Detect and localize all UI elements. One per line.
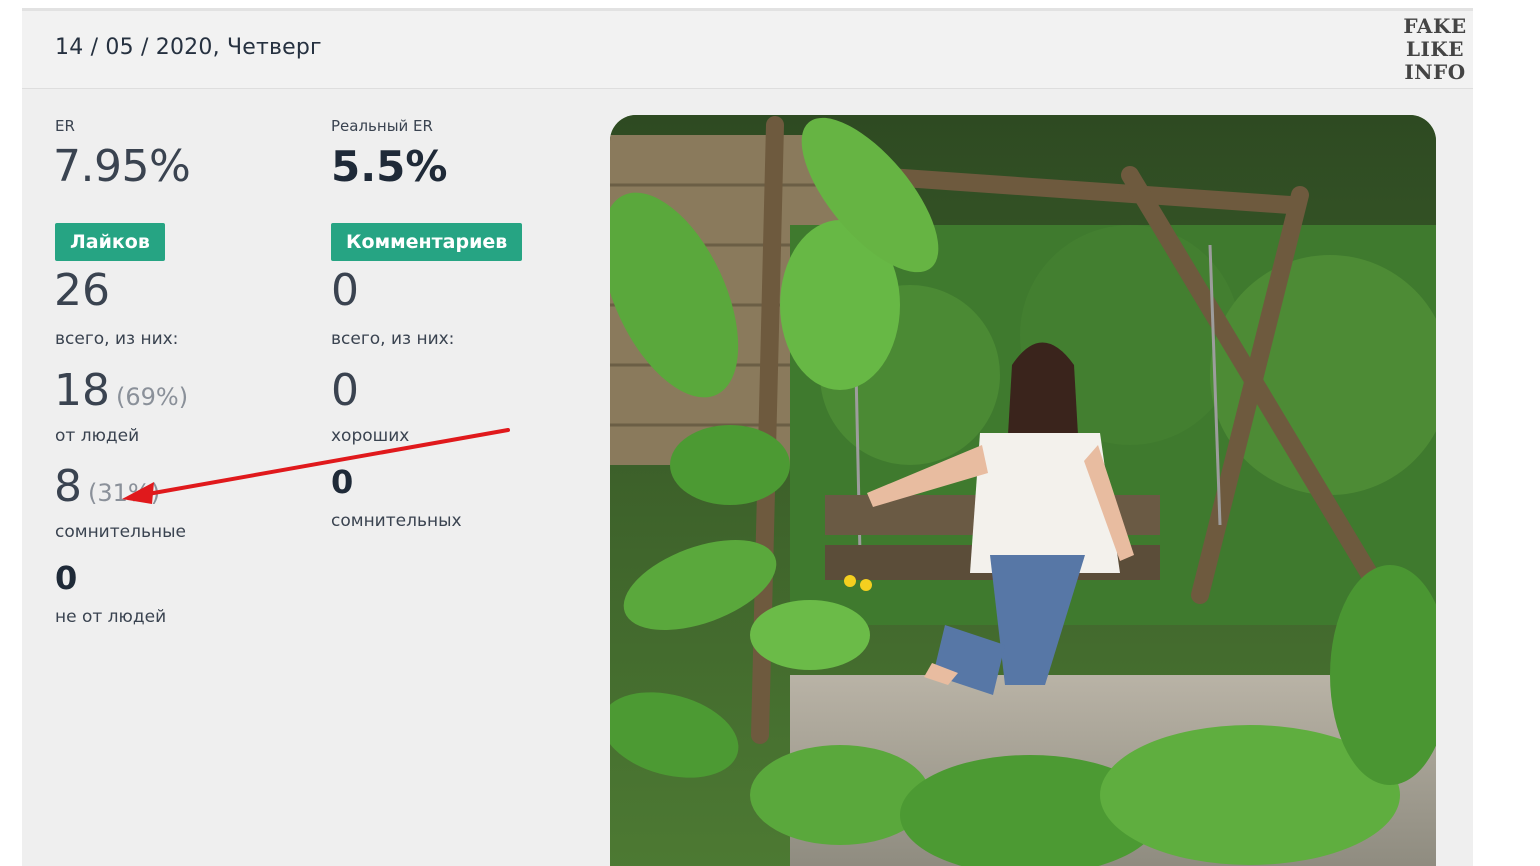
post-stats-card: 14 / 05 / 2020, Четверг FAKE LIKE INFO E… [22,8,1473,866]
likes-suspicious-pct: (31%) [88,479,161,507]
post-photo[interactable] [610,115,1436,866]
comments-suspicious-count: 0 [331,463,354,501]
er-value: 7.95% [53,141,191,192]
er-label: ER [55,117,75,135]
likes-human-pct: (69%) [116,383,189,411]
comments-badge: Комментариев [331,223,523,261]
likes-badge: Лайков [55,223,165,261]
real-er-label: Реальный ER [331,117,433,135]
likes-total: 26 [54,265,110,316]
likes-bots-count: 0 [55,559,78,597]
watermark-line: INFO [1404,60,1466,84]
watermark-logo: FAKE LIKE INFO [1400,15,1470,84]
comments-total-caption: всего, из них: [331,329,455,349]
comments-good-count: 0 [331,365,359,416]
likes-suspicious-row: 8 (31%) [54,461,160,512]
comments-good-caption: хороших [331,426,410,446]
post-date: 14 / 05 / 2020, Четверг [55,35,322,60]
comments-total: 0 [331,265,359,316]
likes-human-row: 18 (69%) [54,365,188,416]
watermark-line: LIKE [1405,37,1465,61]
comments-suspicious-caption: сомнительных [331,511,462,531]
likes-human-count: 18 [54,365,110,416]
watermark-line: FAKE [1403,14,1467,38]
likes-suspicious-caption: сомнительные [55,522,186,542]
page: 14 / 05 / 2020, Четверг FAKE LIKE INFO E… [0,0,1540,866]
real-er-value: 5.5% [331,142,448,191]
likes-bots-caption: не от людей [55,607,167,627]
card-header: 14 / 05 / 2020, Четверг [22,11,1473,89]
post-photo-image [610,115,1436,866]
likes-total-caption: всего, из них: [55,329,179,349]
likes-suspicious-count: 8 [54,461,82,512]
likes-human-caption: от людей [55,426,140,446]
